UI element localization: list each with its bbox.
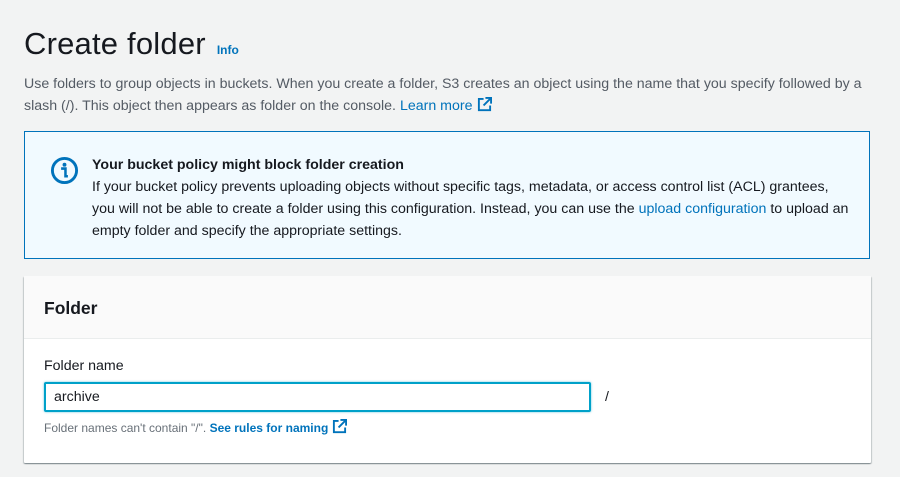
- external-link-icon: [477, 97, 492, 112]
- alert-body: Your bucket policy might block folder cr…: [92, 154, 852, 242]
- page-header: Create folder Info: [24, 26, 239, 62]
- external-link-icon: [333, 419, 348, 434]
- naming-rules-link[interactable]: See rules for naming: [209, 419, 348, 435]
- page-title: Create folder: [24, 26, 206, 61]
- naming-rules-label: See rules for naming: [209, 421, 329, 435]
- page-description: Use folders to group objects in buckets.…: [24, 73, 864, 117]
- alert-title: Your bucket policy might block folder cr…: [92, 157, 404, 173]
- alert-message: If your bucket policy prevents uploading…: [92, 176, 852, 242]
- info-link[interactable]: Info: [217, 43, 239, 57]
- folder-name-row: /: [44, 382, 609, 412]
- learn-more-label: Learn more: [399, 98, 473, 114]
- folder-name-hint: Folder names can't contain "/". See rule…: [44, 419, 348, 435]
- folder-slash-suffix: /: [605, 389, 609, 405]
- folder-name-input[interactable]: [44, 382, 591, 412]
- bucket-policy-alert: Your bucket policy might block folder cr…: [24, 131, 870, 259]
- folder-panel: Folder Folder name / Folder names can't …: [24, 276, 871, 463]
- folder-name-label: Folder name: [44, 358, 124, 374]
- upload-configuration-link[interactable]: upload configuration: [639, 201, 767, 217]
- hint-text: Folder names can't contain "/".: [44, 421, 207, 435]
- learn-more-link[interactable]: Learn more: [399, 97, 492, 114]
- create-folder-page: Create folder Info Use folders to group …: [0, 0, 900, 477]
- panel-title: Folder: [44, 298, 98, 318]
- info-circle-icon: [50, 156, 79, 185]
- panel-header: Folder: [24, 276, 871, 339]
